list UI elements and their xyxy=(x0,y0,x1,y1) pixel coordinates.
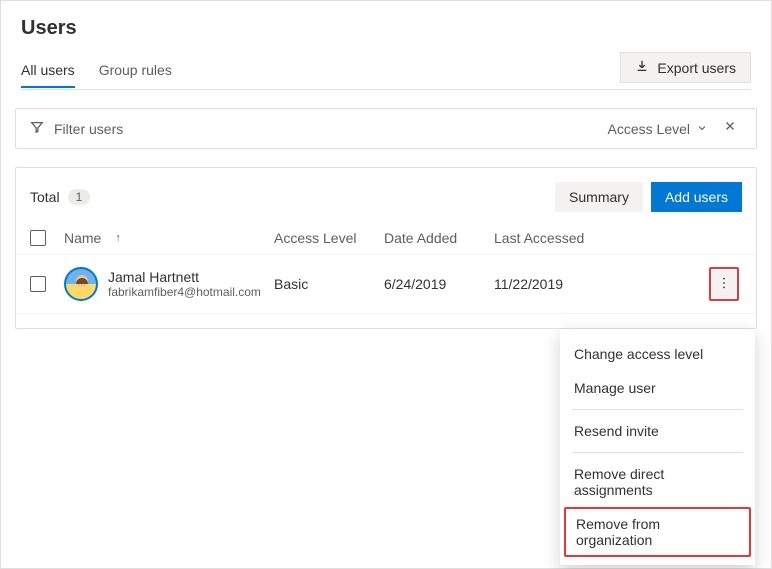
tab-all-users[interactable]: All users xyxy=(21,54,75,88)
clear-filter-button[interactable] xyxy=(718,119,742,138)
filter-input[interactable]: Filter users xyxy=(54,121,123,137)
col-last-accessed-header[interactable]: Last Accessed xyxy=(494,230,706,246)
export-users-label: Export users xyxy=(657,60,736,76)
user-date-added: 6/24/2019 xyxy=(384,276,494,292)
row-context-menu: Change access level Manage user Resend i… xyxy=(560,329,755,565)
menu-manage-user[interactable]: Manage user xyxy=(560,371,755,405)
total-badge: 1 xyxy=(68,189,91,205)
chevron-down-icon xyxy=(696,121,708,137)
filter-bar: Filter users Access Level xyxy=(15,108,757,149)
table-row[interactable]: Jamal Hartnett fabrikamfiber4@hotmail.co… xyxy=(16,255,756,314)
add-users-button[interactable]: Add users xyxy=(651,182,742,212)
sort-ascending-icon: ↑ xyxy=(115,232,121,244)
total-label: Total xyxy=(30,189,60,205)
tabs: All users Group rules xyxy=(21,54,172,87)
user-email: fabrikamfiber4@hotmail.com xyxy=(108,285,261,299)
user-last-accessed: 11/22/2019 xyxy=(494,276,706,292)
page-title: Users xyxy=(21,17,751,40)
menu-resend-invite[interactable]: Resend invite xyxy=(560,414,755,448)
total-count: Total 1 xyxy=(30,189,90,205)
menu-remove-from-organization[interactable]: Remove from organization xyxy=(564,507,751,557)
select-all-checkbox[interactable] xyxy=(30,230,46,246)
user-name: Jamal Hartnett xyxy=(108,269,261,285)
col-access-header[interactable]: Access Level xyxy=(274,230,384,246)
table-header: Name ↑ Access Level Date Added Last Acce… xyxy=(16,222,756,255)
row-checkbox[interactable] xyxy=(30,276,46,292)
col-date-added-header[interactable]: Date Added xyxy=(384,230,494,246)
menu-remove-direct-assignments[interactable]: Remove direct assignments xyxy=(560,457,755,507)
close-icon xyxy=(723,120,737,137)
menu-change-access-level[interactable]: Change access level xyxy=(560,337,755,371)
col-name-label: Name xyxy=(64,230,101,246)
menu-separator xyxy=(572,452,743,453)
user-access-level: Basic xyxy=(274,276,384,292)
row-actions-button[interactable] xyxy=(712,270,736,298)
access-level-label: Access Level xyxy=(608,121,690,137)
more-vertical-icon xyxy=(717,276,731,293)
summary-button[interactable]: Summary xyxy=(555,182,643,212)
col-name-header[interactable]: Name ↑ xyxy=(64,230,274,246)
menu-separator xyxy=(572,409,743,410)
avatar xyxy=(64,267,98,301)
export-users-button[interactable]: Export users xyxy=(620,52,751,83)
download-icon xyxy=(635,59,649,76)
users-panel: Total 1 Summary Add users Name ↑ Access … xyxy=(15,167,757,329)
access-level-dropdown[interactable]: Access Level xyxy=(608,121,708,137)
tab-group-rules[interactable]: Group rules xyxy=(99,54,172,87)
filter-icon xyxy=(30,120,44,137)
